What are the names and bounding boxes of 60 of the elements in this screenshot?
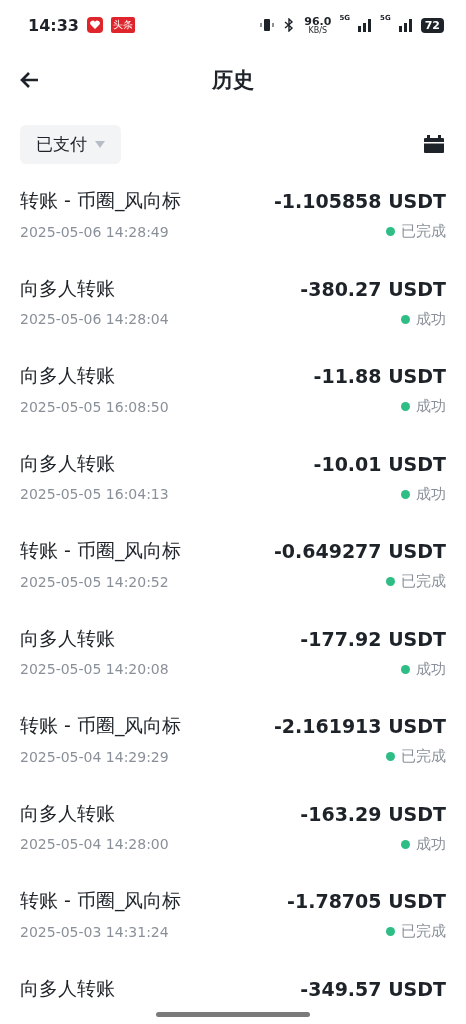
transaction-date: 2025-05-05 16:08:50 — [20, 398, 169, 415]
transaction-status: 成功 — [416, 659, 446, 679]
transaction-amount: -177.92 USDT — [300, 627, 446, 650]
page-title: 历史 — [212, 67, 254, 94]
transaction-status: 成功 — [416, 484, 446, 504]
status-dot — [401, 402, 410, 411]
status-dot — [401, 489, 410, 499]
transaction-amount: -2.161913 USDT — [273, 715, 446, 737]
status-dot — [386, 927, 395, 936]
transaction-title[interactable]: 向多人转账 — [20, 450, 115, 477]
calendar-icon[interactable] — [424, 135, 444, 153]
status-dot — [401, 314, 410, 324]
heart-app-icon — [86, 17, 103, 33]
caret-icon — [95, 140, 105, 148]
transaction-amount: -1.105858 USDT — [273, 190, 446, 212]
transaction-amount: -11.88 USDT — [313, 365, 446, 387]
transaction-date: 2025-05-05 16:04:13 — [20, 486, 169, 502]
transaction-amount: -0.649277 USDT — [273, 540, 446, 562]
status-dot — [386, 577, 395, 586]
battery-level: 72 — [420, 17, 444, 33]
transaction-status: 已完成 — [401, 747, 446, 766]
status-dot — [401, 664, 410, 674]
transaction-status: 已完成 — [401, 922, 446, 941]
transaction-title[interactable]: 向多人转账 — [20, 625, 115, 652]
transaction-title[interactable]: 转账 - 币圈_风向标 — [20, 888, 182, 914]
transaction-date: 2025-05-05 14:20:52 — [20, 573, 169, 590]
status-filter-dropdown[interactable]: 已支付 — [20, 124, 121, 164]
transaction-date: 2025-05-04 14:29:29 — [20, 748, 169, 765]
transaction-title[interactable]: 向多人转账 — [20, 275, 115, 302]
transaction-title[interactable]: 向多人转账 — [20, 975, 115, 1002]
speed-unit: KB/S — [308, 26, 328, 35]
transaction-title[interactable]: 向多人转账 — [20, 363, 115, 389]
transaction-amount: -349.57 USDT — [300, 977, 446, 1000]
transaction-status: 成功 — [416, 309, 446, 329]
status-time: 14:33 — [28, 15, 79, 35]
transaction-amount: -10.01 USDT — [313, 452, 446, 475]
transaction-status: 已完成 — [401, 572, 446, 591]
transaction-title[interactable]: 转账 - 币圈_风向标 — [20, 538, 182, 564]
signal-icon — [398, 18, 413, 32]
status-dot — [386, 752, 395, 761]
status-dot — [386, 227, 395, 236]
transaction-status: 成功 — [416, 834, 446, 854]
transaction-date: 2025-05-03 14:31:24 — [20, 923, 169, 940]
status-dot — [401, 839, 410, 849]
transaction-status: 成功 — [416, 397, 446, 416]
transaction-date: 2025-05-05 14:20:08 — [20, 661, 169, 677]
transaction-date: 2025-05-06 14:28:49 — [20, 223, 169, 240]
transaction-status: 已完成 — [401, 222, 446, 241]
vibrate-icon — [260, 18, 275, 32]
transaction-title[interactable]: 转账 - 币圈_风向标 — [20, 188, 182, 214]
transaction-date: 2025-05-06 14:28:04 — [20, 311, 169, 327]
transaction-title[interactable]: 向多人转账 — [20, 800, 115, 827]
network-speed: 96.0 — [304, 15, 332, 27]
transaction-amount: -1.78705 USDT — [287, 890, 446, 912]
transaction-amount: -380.27 USDT — [300, 277, 446, 300]
signal-icon — [358, 18, 373, 32]
news-badge: 头条 — [110, 17, 135, 33]
transaction-title[interactable]: 转账 - 币圈_风向标 — [20, 713, 182, 739]
transaction-amount: -163.29 USDT — [300, 802, 446, 825]
transaction-date: 2025-05-04 14:28:00 — [20, 836, 169, 852]
